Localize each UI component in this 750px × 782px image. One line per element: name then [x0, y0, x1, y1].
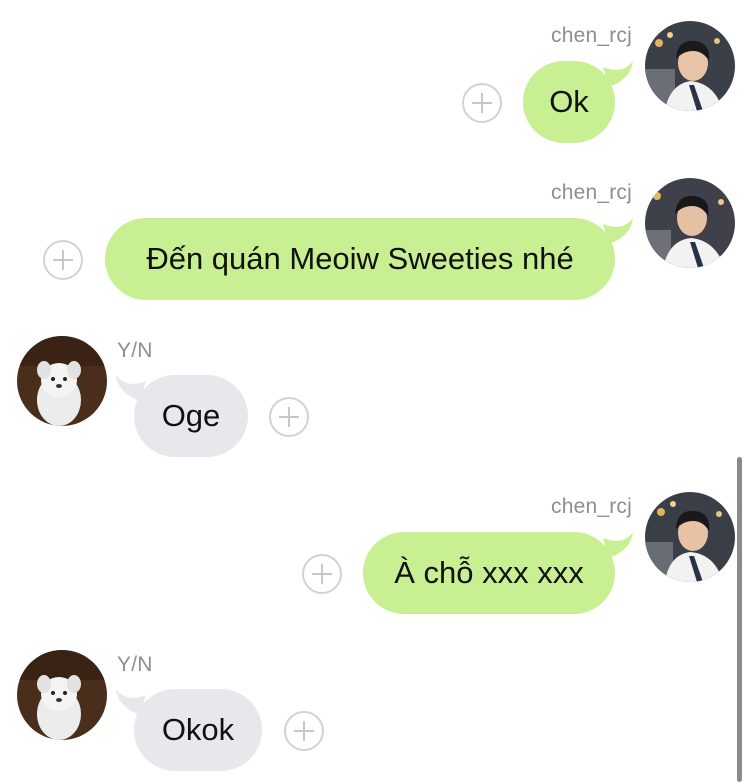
sender-name: chen_rcj	[551, 181, 632, 204]
plus-circle-icon[interactable]	[43, 240, 83, 280]
man-avatar-icon[interactable]	[645, 178, 735, 268]
man-avatar-icon[interactable]	[645, 492, 735, 582]
plus-circle-icon[interactable]	[462, 83, 502, 123]
message-text: Oge	[161, 398, 221, 433]
message-text: Đến quán Meoiw Sweeties nhé	[146, 241, 574, 276]
bubble-tail	[603, 532, 633, 558]
outgoing-message-bubble[interactable]: Ok	[523, 61, 633, 143]
incoming-message-bubble[interactable]: Okok	[116, 689, 262, 771]
outgoing-message-bubble[interactable]: Đến quán Meoiw Sweeties nhé	[105, 218, 633, 300]
bubble-tail	[116, 689, 146, 715]
dog-avatar-icon[interactable]	[17, 336, 107, 426]
sender-name: chen_rcj	[551, 24, 632, 47]
outgoing-message-bubble[interactable]: À chỗ xxx xxx	[363, 532, 633, 614]
bubble-tail	[603, 218, 633, 244]
plus-circle-icon[interactable]	[269, 397, 309, 437]
vertical-scrollbar[interactable]	[737, 457, 742, 782]
message-text: Ok	[549, 84, 589, 119]
chat-thread: chen_rcj Ok chen_rcj Đến quán Meoiw Swee…	[0, 0, 750, 782]
dog-avatar-icon[interactable]	[17, 650, 107, 740]
man-avatar-icon[interactable]	[645, 21, 735, 111]
message-text: Okok	[161, 712, 235, 747]
message-text: À chỗ xxx xxx	[394, 555, 584, 590]
incoming-message-bubble[interactable]: Oge	[116, 375, 248, 457]
sender-name: chen_rcj	[551, 495, 632, 518]
plus-circle-icon[interactable]	[302, 554, 342, 594]
plus-circle-icon[interactable]	[284, 711, 324, 751]
sender-name: Y/N	[117, 339, 153, 362]
sender-name: Y/N	[117, 653, 153, 676]
bubble-tail	[603, 61, 633, 87]
bubble-tail	[116, 375, 146, 401]
